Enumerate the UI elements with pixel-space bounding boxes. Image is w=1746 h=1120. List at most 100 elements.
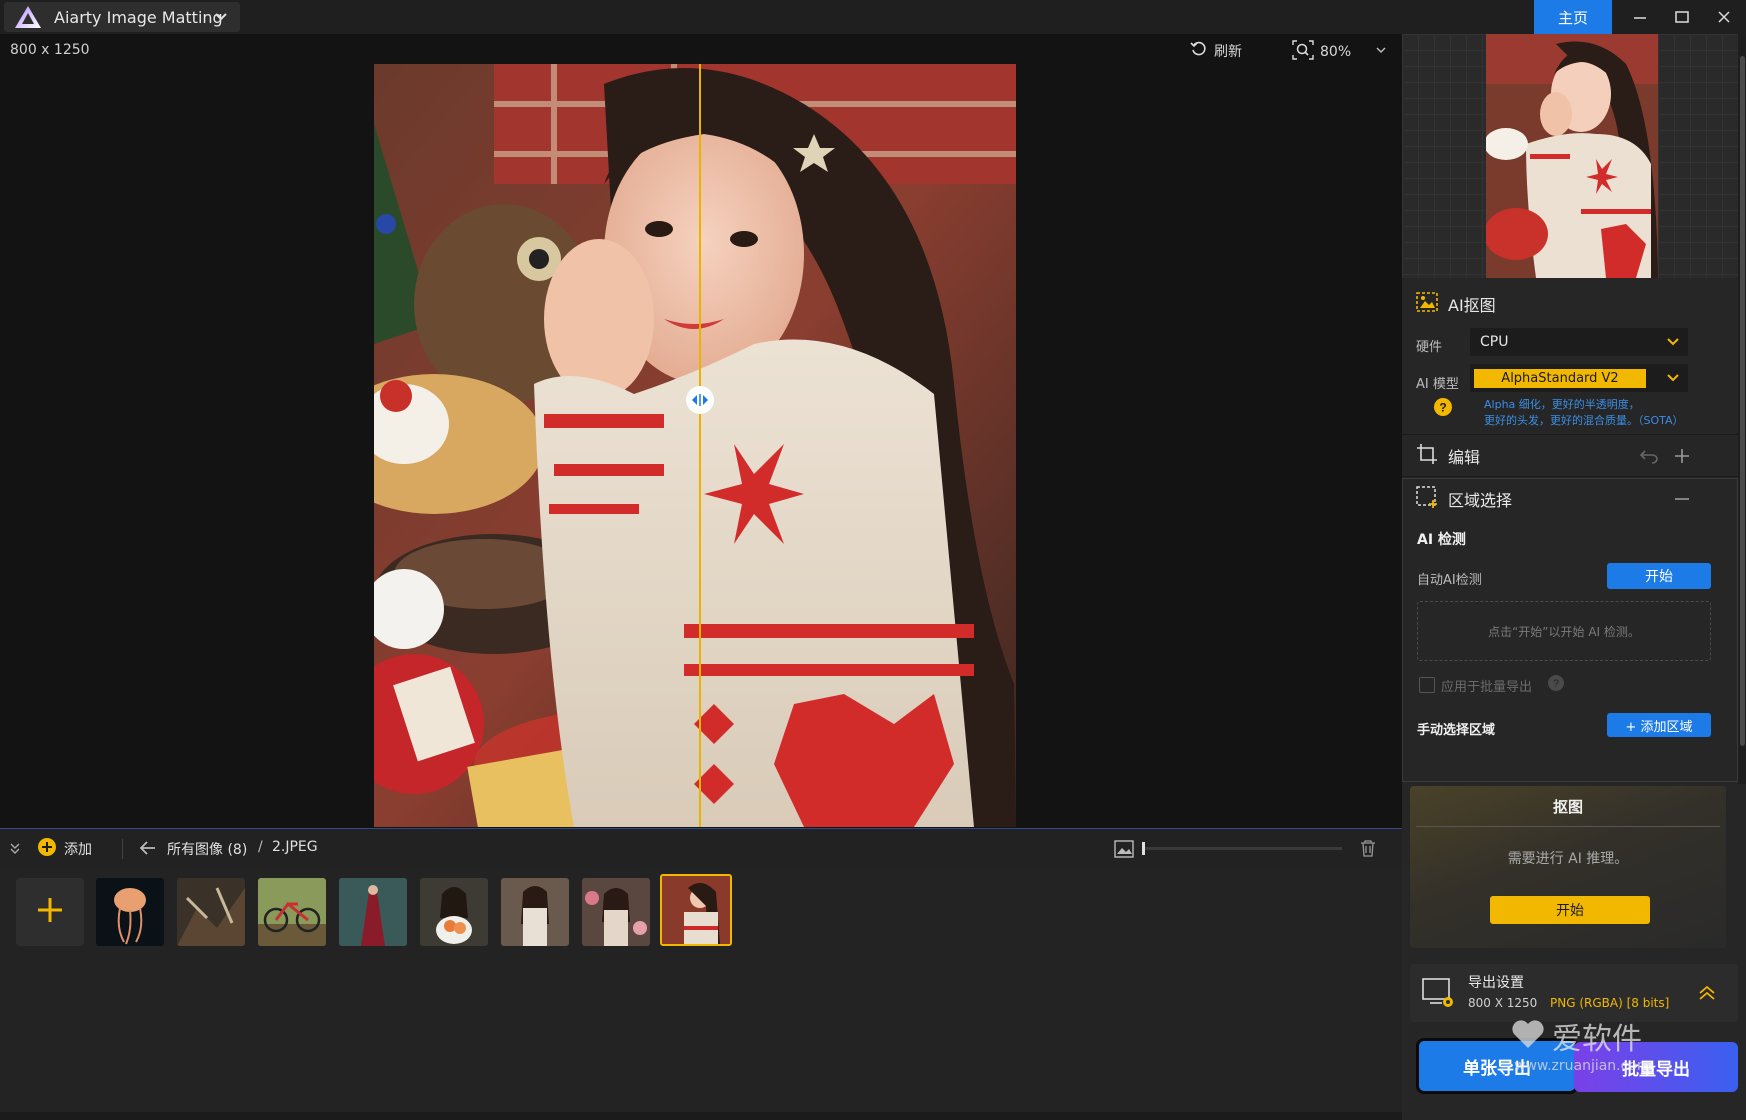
start-ai-detect-button[interactable]: 开始 [1607,563,1711,589]
thumbnail-size-icon [1114,840,1134,862]
detection-hint: 点击“开始”以开始 AI 检测。 [1488,624,1640,639]
model-description-line1: Alpha 细化，更好的半透明度， [1484,398,1640,411]
ai-matting-icon [1416,292,1438,316]
gallery-thumbnail-girl-roses[interactable] [582,878,650,946]
plus-circle-icon [38,838,56,860]
crop-icon [1416,443,1438,469]
gallery-area [0,868,1402,1112]
gallery-thumbnail-jellyfish[interactable] [96,878,164,946]
manual-region-heading: 手动选择区域 [1417,723,1496,738]
main-photo [374,64,1016,827]
slider-handle[interactable] [1142,842,1145,855]
apply-batch-label: 应用于批量导出 [1441,679,1533,695]
breadcrumb-separator: / [258,839,263,855]
app-window: Aiarty Image Matting 主页 800 x 1250 刷新 80… [0,0,1746,1120]
edit-header[interactable]: 编辑 [1402,436,1738,476]
svg-text:?: ? [1553,678,1559,690]
gallery-thumbnail-red-dress-forest[interactable] [339,878,407,946]
refresh-button[interactable]: 刷新 [1190,40,1242,62]
apply-batch-checkbox-row[interactable]: 应用于批量导出 ? [1419,675,1565,695]
compare-split-line[interactable] [699,64,701,827]
undo-icon[interactable] [1639,448,1658,468]
region-header[interactable]: 区域选择 [1402,479,1738,519]
home-button[interactable]: 主页 [1534,0,1612,34]
model-description-line2: 更好的头发，更好的混合质量。（SOTA） [1484,414,1684,427]
matting-card-message: 需要进行 AI 推理。 [1507,851,1629,867]
expand-plus-icon[interactable] [1674,448,1690,468]
region-section: 区域选择 AI 检测 自动AI检测 开始 点击“开始”以开始 AI 检测。 应用… [1402,478,1738,782]
region-select-icon [1416,486,1438,512]
ai-model-select[interactable]: AlphaStandard V2 [1470,364,1688,392]
export-settings-title: 导出设置 [1468,975,1524,991]
help-icon[interactable]: ? [1548,675,1565,695]
heart-logo-icon [1510,1018,1546,1054]
zoom-control[interactable]: 80% [1292,40,1387,64]
watermark-brand: 爱软件 [1552,1022,1642,1057]
trash-icon[interactable] [1360,839,1376,861]
close-icon[interactable] [1702,0,1746,34]
refresh-label: 刷新 [1214,44,1242,60]
matting-card-title: 抠图 [1552,798,1583,816]
ai-model-label: AI 模型 [1416,377,1459,392]
maximize-icon[interactable] [1660,0,1704,34]
matting-card: 抠图 需要进行 AI 推理。 开始 [1410,786,1726,948]
collapse-gallery-icon[interactable] [8,841,22,859]
thumbnail-size-slider[interactable] [1142,842,1342,855]
gallery-thumbnail-girl-lace[interactable] [501,878,569,946]
start-matting-button[interactable]: 开始 [1490,896,1650,924]
preview-thumbnail [1486,34,1658,278]
export-settings-icon [1422,978,1454,1014]
result-preview [1402,34,1738,278]
split-arrows-icon [692,394,708,406]
collapse-minus-icon[interactable] [1674,491,1690,511]
chevron-down-icon [1375,44,1387,60]
add-label: 添加 [64,842,92,858]
edit-title: 编辑 [1448,448,1481,467]
right-panel: AI抠图 硬件 CPU AI 模型 AlphaStandard V2 ? Alp… [1402,34,1746,1120]
model-help-icon[interactable]: ? [1434,398,1452,420]
apply-batch-checkbox[interactable] [1419,677,1435,693]
detection-result-area: 点击“开始”以开始 AI 检测。 [1417,601,1711,661]
export-size: 800 X 1250 [1468,996,1538,1010]
compare-split-handle[interactable] [686,386,714,414]
hardware-value: CPU [1480,334,1509,350]
gallery-toolbar: 添加 所有图像 (8) / 2.JPEG [0,828,1402,868]
image-dimensions: 800 x 1250 [10,42,90,58]
app-logo-icon [14,5,42,29]
plus-icon [36,896,64,928]
gallery-thumbnail-girl-flowers[interactable] [420,878,488,946]
title-bar: Aiarty Image Matting 主页 [0,0,1746,34]
zoom-level: 80% [1320,44,1352,60]
toolbar-divider [122,839,123,859]
watermark: 爱软件 www.zruanjian.com [1510,1014,1651,1074]
image-viewer[interactable]: 800 x 1250 刷新 80% [0,34,1402,828]
zoom-icon [1292,40,1314,64]
svg-text:?: ? [1439,401,1446,415]
hardware-label: 硬件 [1416,340,1443,355]
ai-matting-header: AI抠图 [1402,284,1738,324]
refresh-icon [1190,40,1208,62]
chevron-down-icon [214,10,228,28]
minimize-icon[interactable] [1618,0,1662,34]
hardware-select[interactable]: CPU [1470,328,1688,356]
section-divider [1402,434,1738,435]
add-images-button[interactable]: 添加 [38,838,92,860]
back-arrow-icon[interactable] [139,841,156,859]
region-title: 区域选择 [1448,491,1513,510]
gallery-thumbnail-girl-christmas[interactable] [660,874,732,946]
app-name: Aiarty Image Matting [54,7,223,27]
current-file-name: 2.JPEG [272,839,318,855]
add-region-button[interactable]: + 添加区域 [1607,713,1711,737]
auto-detect-label: 自动AI检测 [1417,573,1482,588]
add-image-tile[interactable] [16,878,84,946]
section-divider [1402,476,1738,477]
gallery-thumbnail-forest-creature[interactable] [177,878,245,946]
chevron-up-double-icon[interactable] [1698,984,1716,1006]
all-images-link[interactable]: 所有图像 (8) [167,839,247,859]
app-menu-button[interactable]: Aiarty Image Matting [4,2,240,32]
ai-detect-heading: AI 检测 [1417,532,1466,548]
card-divider [1416,826,1720,827]
chevron-down-icon [1666,371,1680,389]
panel-scrollbar-thumb[interactable] [1740,56,1745,746]
gallery-thumbnail-bicycle[interactable] [258,878,326,946]
